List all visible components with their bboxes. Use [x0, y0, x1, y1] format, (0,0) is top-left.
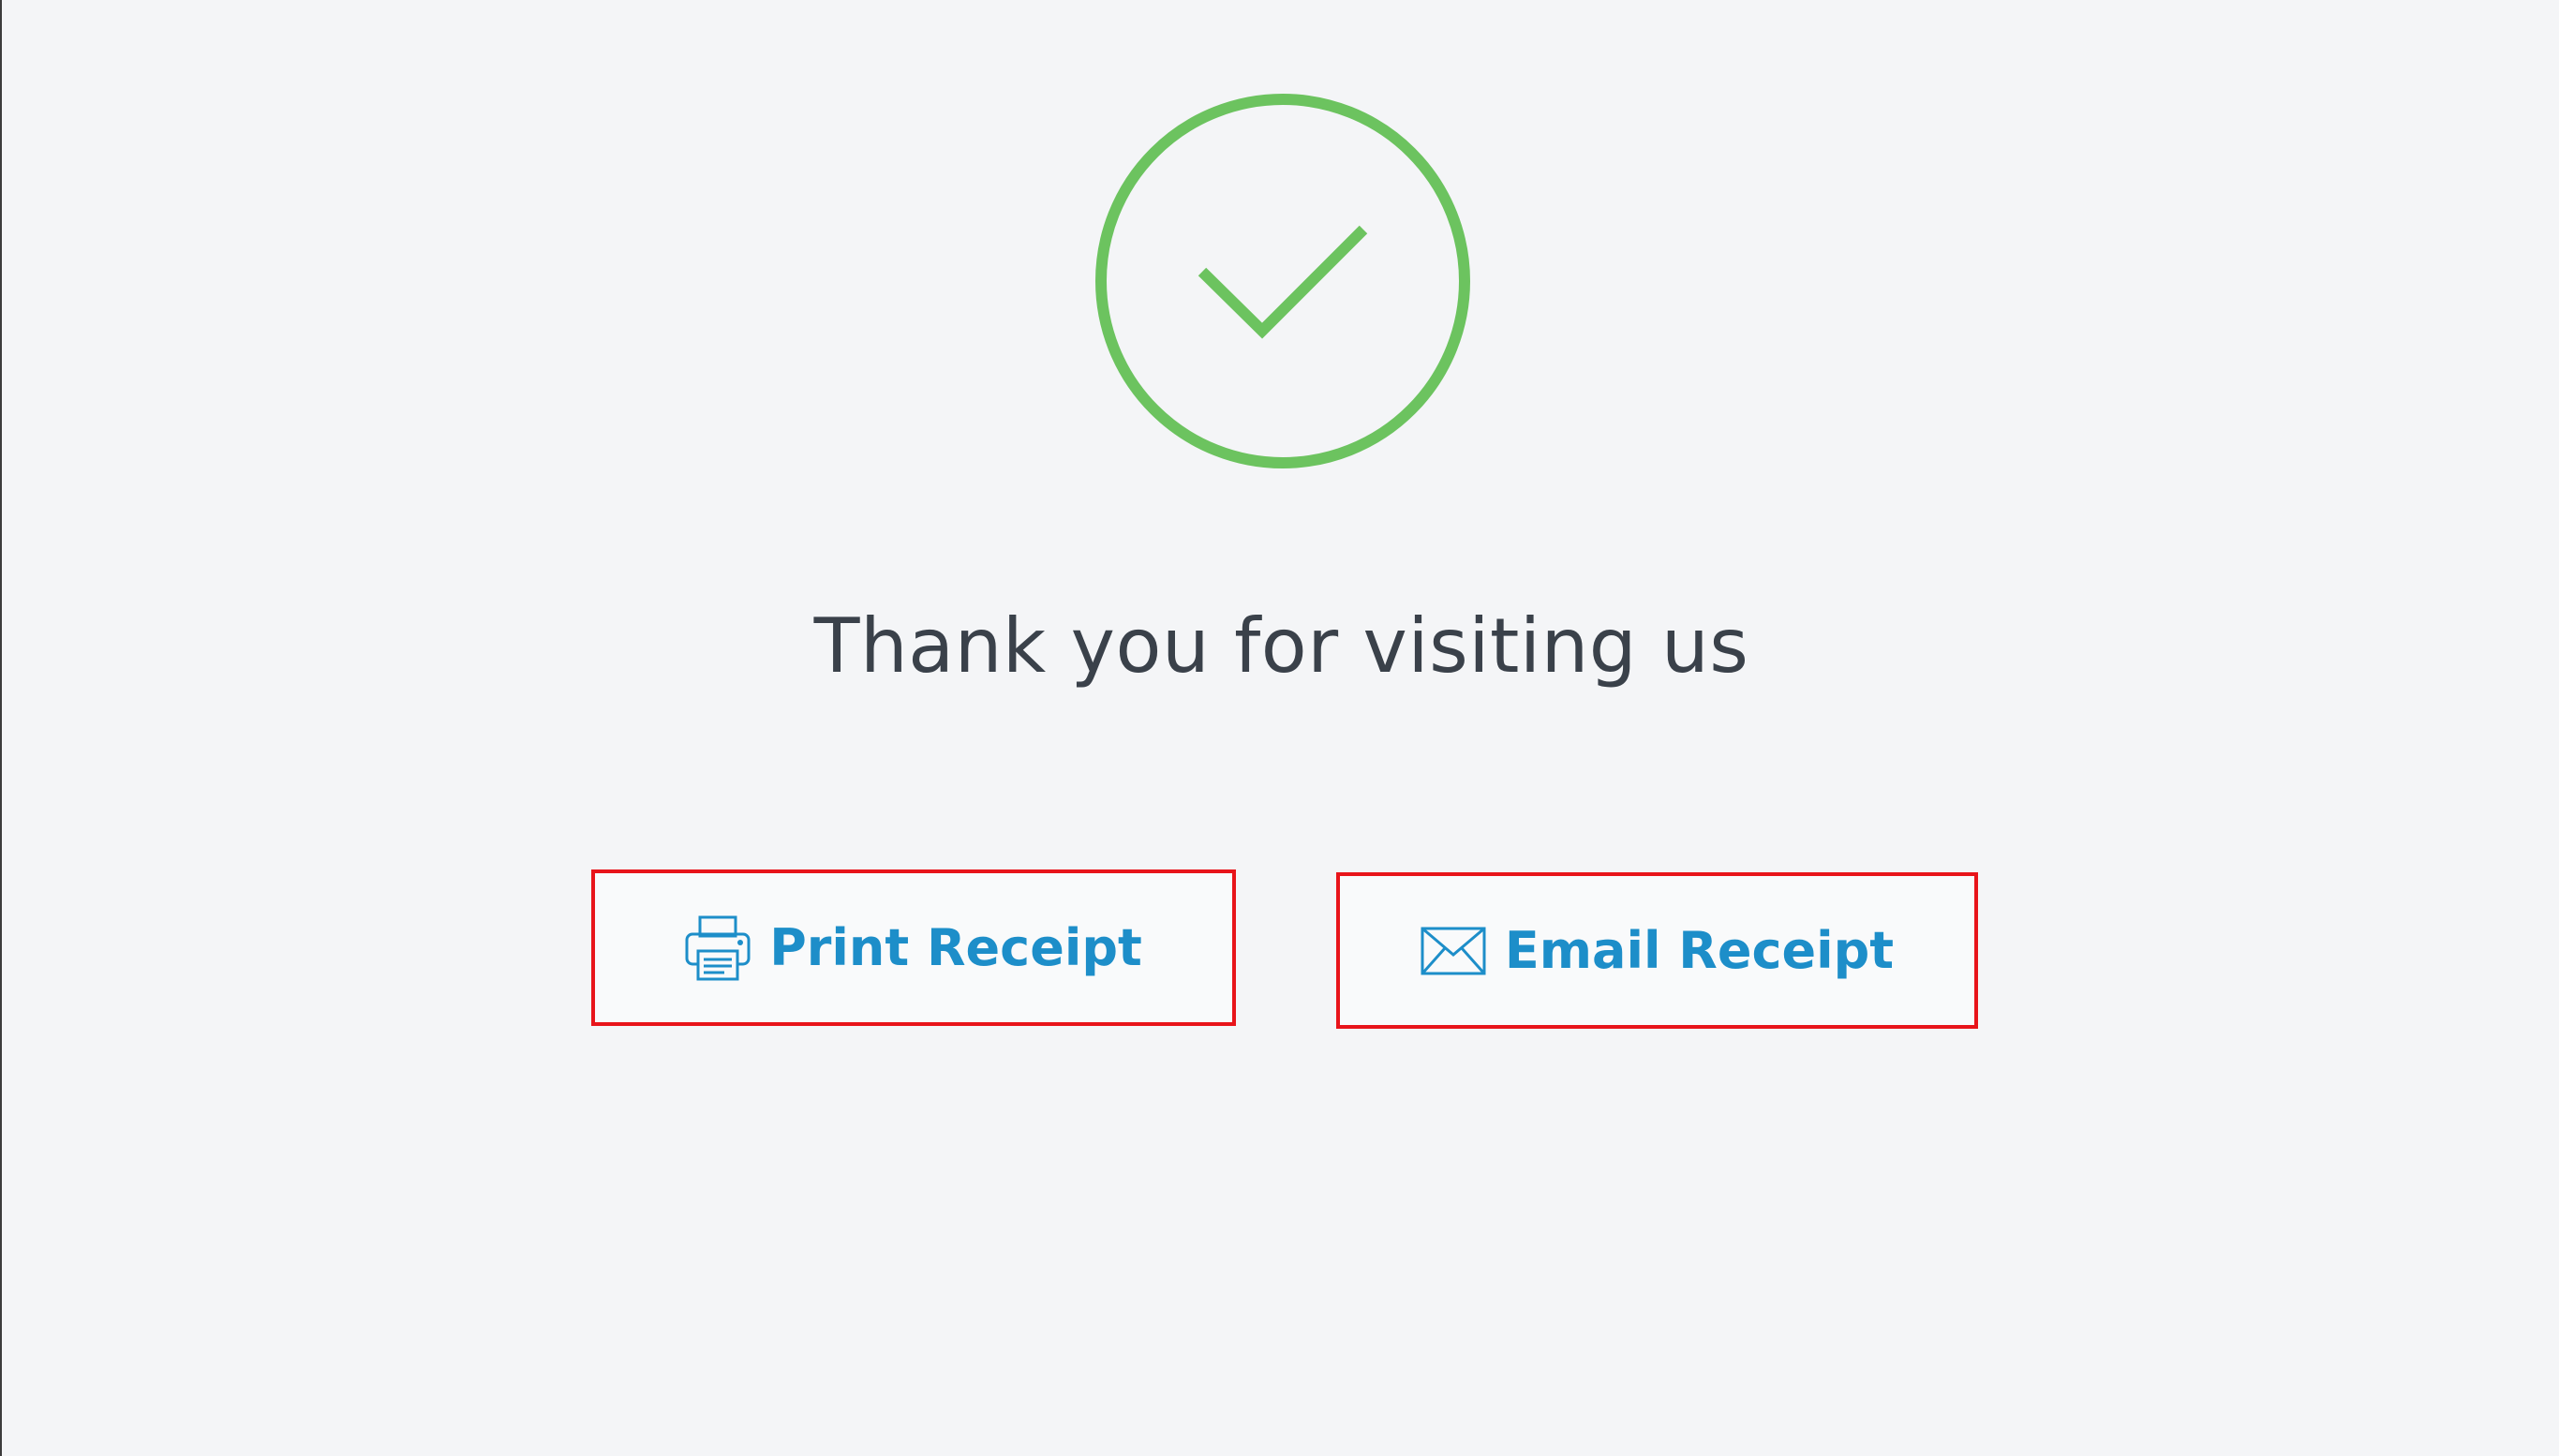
email-receipt-label: Email Receipt	[1504, 921, 1895, 980]
print-receipt-label: Print Receipt	[769, 918, 1142, 977]
receipt-confirmation-screen: Thank you for visiting us Print Receipt	[0, 0, 2559, 1456]
envelope-icon	[1421, 927, 1486, 975]
print-receipt-button[interactable]: Print Receipt	[591, 869, 1236, 1026]
email-receipt-button[interactable]: Email Receipt	[1336, 872, 1978, 1029]
check-circle-icon	[1094, 93, 1471, 469]
page-title: Thank you for visiting us	[813, 602, 1749, 690]
printer-icon	[685, 915, 751, 981]
